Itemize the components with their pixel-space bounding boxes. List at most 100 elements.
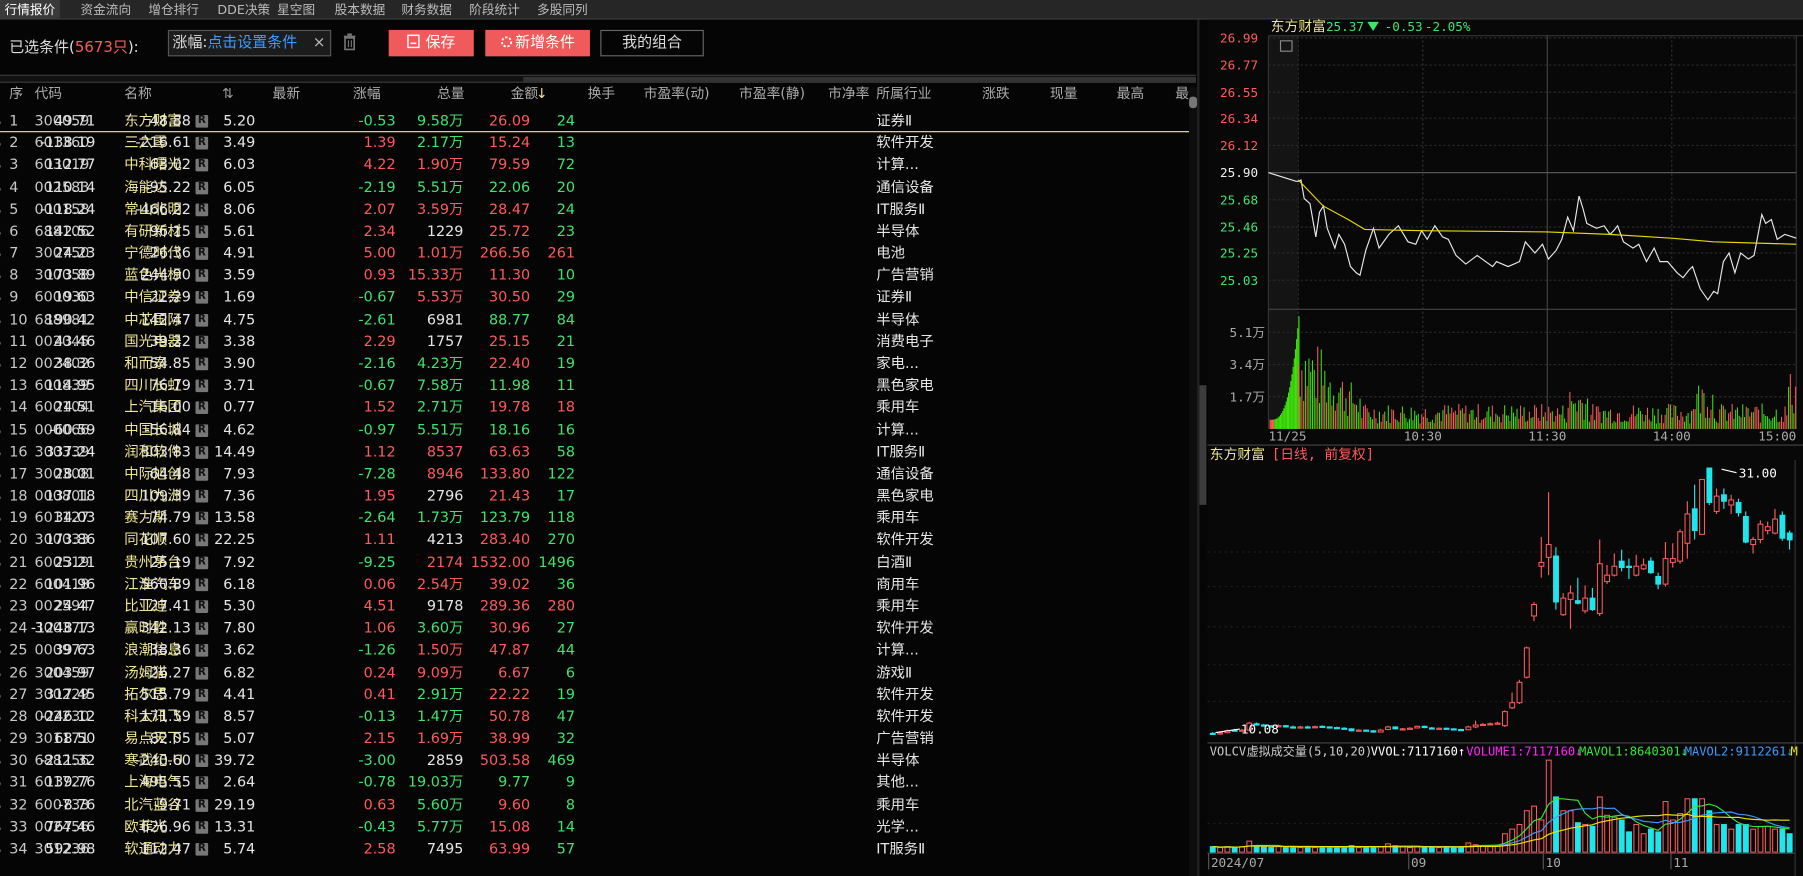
candlestick	[1370, 730, 1377, 733]
candle-body	[1217, 732, 1224, 735]
candle-body	[1779, 514, 1786, 539]
date-axis-label: 10	[1546, 855, 1561, 870]
kline-stock-name: 东方财富	[1210, 446, 1265, 463]
candle-body	[1443, 727, 1450, 730]
candle-body	[1355, 729, 1362, 732]
daily-volume-bar	[1786, 833, 1793, 853]
time-axis-label: 10:30	[1404, 428, 1442, 443]
candle-body	[1662, 558, 1669, 585]
daily-volume-bar	[1217, 847, 1224, 853]
candle-body	[1487, 723, 1494, 726]
candle-body	[1786, 532, 1793, 541]
candle-body	[1341, 727, 1348, 730]
candle-body	[1348, 728, 1355, 732]
candlestick	[1779, 511, 1786, 541]
candlestick	[1421, 725, 1428, 729]
candle-body	[1735, 501, 1742, 514]
daily-volume-bar	[1764, 825, 1771, 853]
daily-volume-bar	[1553, 796, 1559, 853]
daily-volume-bar	[1312, 847, 1318, 853]
daily-volume-bar	[1341, 847, 1348, 853]
kline-low-label: 10.08	[1241, 722, 1279, 737]
daily-volume-bar	[1450, 847, 1457, 853]
candle-body	[1450, 728, 1457, 731]
auction-volume-bar	[1292, 366, 1294, 429]
daily-volume-bar	[1713, 824, 1720, 853]
candle-body	[1677, 531, 1684, 562]
candle-body	[1706, 467, 1713, 504]
candle-body	[1465, 726, 1472, 731]
kline-high-label: 31.00	[1739, 465, 1777, 480]
candle-body	[1728, 499, 1735, 506]
candle-body	[1684, 513, 1691, 544]
price-axis-label: 26.99	[1220, 30, 1258, 45]
candle-body	[1472, 724, 1479, 728]
daily-volume-bar	[1655, 831, 1662, 853]
candle-body	[1312, 726, 1318, 729]
daily-volume-bar	[1421, 846, 1428, 853]
candle-body	[1742, 515, 1749, 543]
daily-volume-bar	[1487, 846, 1494, 853]
auction-volume-bar	[1296, 339, 1298, 429]
daily-volume-bar	[1385, 843, 1391, 853]
auction-volume-bar	[1278, 416, 1280, 429]
candle-body	[1633, 565, 1640, 576]
candlestick	[1458, 728, 1465, 732]
candle-body	[1436, 727, 1443, 730]
candle-body	[1516, 681, 1523, 704]
candle-body	[1648, 560, 1654, 574]
price-axis-label: 26.55	[1220, 85, 1258, 100]
candle-body	[1691, 508, 1698, 532]
candle-body	[1377, 729, 1384, 733]
auction-volume-bar	[1276, 418, 1278, 429]
candle-body	[1640, 564, 1647, 570]
daily-volume-bar	[1231, 847, 1238, 853]
daily-volume-bar	[1370, 847, 1377, 853]
daily-volume-bar	[1779, 828, 1786, 853]
daily-volume-bar	[1735, 824, 1742, 853]
daily-volume-bar	[1611, 816, 1618, 853]
candle-body	[1757, 523, 1764, 540]
auction-volume-bar	[1290, 381, 1292, 429]
daily-volume-bar	[1275, 846, 1282, 853]
candle-body	[1399, 728, 1406, 731]
candle-body	[1209, 732, 1216, 735]
candle-body	[1531, 603, 1538, 617]
auction-volume-bar	[1289, 387, 1291, 429]
candle-body	[1428, 727, 1435, 730]
candlestick	[1443, 727, 1450, 730]
candlestick	[1414, 725, 1421, 729]
daily-volume-bar	[1640, 833, 1647, 853]
daily-volume-bar	[1407, 847, 1413, 853]
time-axis-label: 11:30	[1528, 428, 1566, 443]
daily-volume-bar	[1516, 824, 1523, 853]
intraday-price: 25.37	[1326, 19, 1364, 34]
candle-body	[1618, 560, 1625, 569]
time-axis-label: 15:00	[1758, 428, 1796, 443]
daily-volume-bar	[1589, 825, 1596, 853]
daily-volume-bar	[1596, 796, 1603, 853]
candle-body	[1596, 563, 1603, 614]
candle-body	[1297, 726, 1304, 729]
candle-body	[1494, 722, 1501, 725]
price-axis-label: 26.77	[1220, 58, 1258, 73]
candlestick	[1436, 727, 1443, 730]
candle-body	[1392, 726, 1399, 730]
daily-volume-bar	[1209, 846, 1216, 853]
auction-volume-bar	[1288, 392, 1290, 429]
price-axis-label: 26.34	[1220, 111, 1258, 126]
candle-body	[1304, 726, 1311, 729]
daily-volume-bar	[1326, 847, 1333, 853]
indicator-name: VOLCV	[1210, 745, 1246, 759]
daily-volume-bar	[1297, 847, 1304, 853]
auction-volume-bar	[1293, 358, 1295, 429]
time-axis-label: 14:00	[1653, 428, 1691, 443]
date-axis-label: 2024/07	[1211, 855, 1264, 870]
time-axis-label: 11/25	[1268, 428, 1306, 443]
candlestick	[1742, 511, 1749, 544]
daily-volume-bar	[1757, 825, 1764, 853]
date-axis-label: 09	[1411, 855, 1426, 870]
daily-volume-bar	[1531, 805, 1538, 853]
candle-body	[1655, 575, 1662, 585]
candle-body	[1363, 729, 1370, 732]
